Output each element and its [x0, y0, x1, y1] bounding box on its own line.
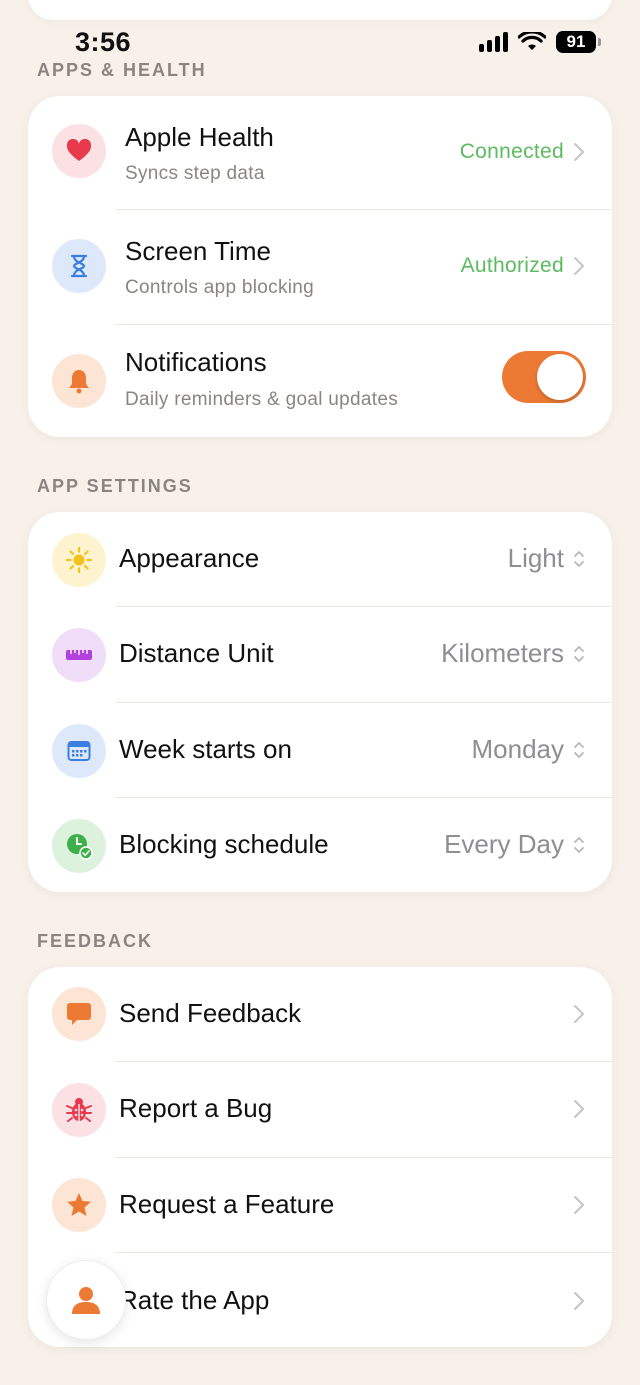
bell-icon	[52, 354, 106, 408]
battery-icon: 91	[556, 31, 601, 53]
heart-icon	[52, 124, 106, 178]
request-feature-title: Request a Feature	[119, 1189, 335, 1219]
star-icon	[52, 1178, 106, 1232]
report-bug-title: Report a Bug	[119, 1093, 273, 1123]
week-starts-on-value: Monday	[471, 734, 565, 764]
toggle-knob	[537, 354, 583, 400]
person-icon	[72, 1287, 100, 1314]
cellular-signal-icon	[479, 32, 508, 52]
row-apple-health[interactable]: Apple Health Syncs step data Connected	[28, 96, 612, 210]
row-blocking-schedule[interactable]: Blocking schedule Every Day	[28, 798, 612, 892]
chevron-up-down-icon	[574, 646, 584, 662]
apple-health-subtitle: Syncs step data	[125, 163, 265, 184]
sun-icon	[52, 533, 106, 587]
distance-unit-value: Kilometers	[441, 638, 564, 668]
chevron-up-down-icon	[574, 742, 584, 758]
chevron-right-icon	[574, 1005, 584, 1023]
row-send-feedback[interactable]: Send Feedback	[28, 967, 612, 1062]
screen-time-status: Authorized	[460, 254, 564, 277]
chevron-up-down-icon	[574, 551, 584, 567]
status-bar: 3:56 91	[0, 0, 640, 60]
ruler-icon	[52, 628, 106, 682]
rate-app-title: Rate the App	[119, 1285, 270, 1315]
distance-unit-title: Distance Unit	[119, 638, 274, 668]
week-starts-on-title: Week starts on	[119, 734, 292, 764]
blocking-schedule-value: Every Day	[444, 829, 564, 859]
appearance-value: Light	[507, 543, 564, 573]
row-appearance[interactable]: Appearance Light	[28, 512, 612, 607]
apple-health-title: Apple Health	[125, 122, 274, 152]
blocking-schedule-title: Blocking schedule	[119, 829, 329, 859]
row-distance-unit[interactable]: Distance Unit Kilometers	[28, 607, 612, 703]
row-notifications: Notifications Daily reminders & goal upd…	[28, 325, 612, 437]
row-week-starts-on[interactable]: Week starts on Monday	[28, 703, 612, 798]
notifications-title: Notifications	[125, 347, 267, 377]
row-request-feature[interactable]: Request a Feature	[28, 1158, 612, 1253]
section-header-app-settings: APP SETTINGS	[37, 476, 193, 496]
chevron-right-icon	[574, 1292, 584, 1310]
send-feedback-title: Send Feedback	[119, 998, 302, 1028]
apple-health-status: Connected	[459, 140, 564, 163]
chevron-right-icon	[574, 143, 584, 161]
chevron-right-icon	[574, 1100, 584, 1118]
notifications-toggle[interactable]	[502, 351, 586, 403]
notifications-subtitle: Daily reminders & goal updates	[125, 389, 399, 410]
hourglass-icon	[52, 239, 106, 293]
calendar-icon	[52, 724, 106, 778]
appearance-title: Appearance	[119, 543, 260, 573]
wifi-icon	[518, 32, 546, 50]
apps-health-card: Apple Health Syncs step data Connected S…	[28, 96, 612, 437]
screen-time-subtitle: Controls app blocking	[125, 277, 315, 298]
row-report-bug[interactable]: Report a Bug	[28, 1062, 612, 1158]
bug-icon	[52, 1083, 106, 1137]
clock-check-icon	[52, 819, 106, 873]
row-screen-time[interactable]: Screen Time Controls app blocking Author…	[28, 210, 612, 325]
app-settings-card: Appearance Light Distance Unit Kilometer…	[28, 512, 612, 892]
section-header-feedback: FEEDBACK	[37, 931, 154, 951]
screen-time-title: Screen Time	[125, 236, 271, 266]
status-time: 3:56	[75, 27, 132, 57]
chevron-right-icon	[574, 257, 584, 275]
chevron-right-icon	[574, 1196, 584, 1214]
status-icons: 91	[479, 31, 601, 53]
chevron-up-down-icon	[574, 837, 584, 853]
speech-bubble-icon	[52, 987, 106, 1041]
section-header-apps-health: APPS & HEALTH	[37, 60, 207, 80]
profile-button[interactable]	[46, 1260, 126, 1340]
